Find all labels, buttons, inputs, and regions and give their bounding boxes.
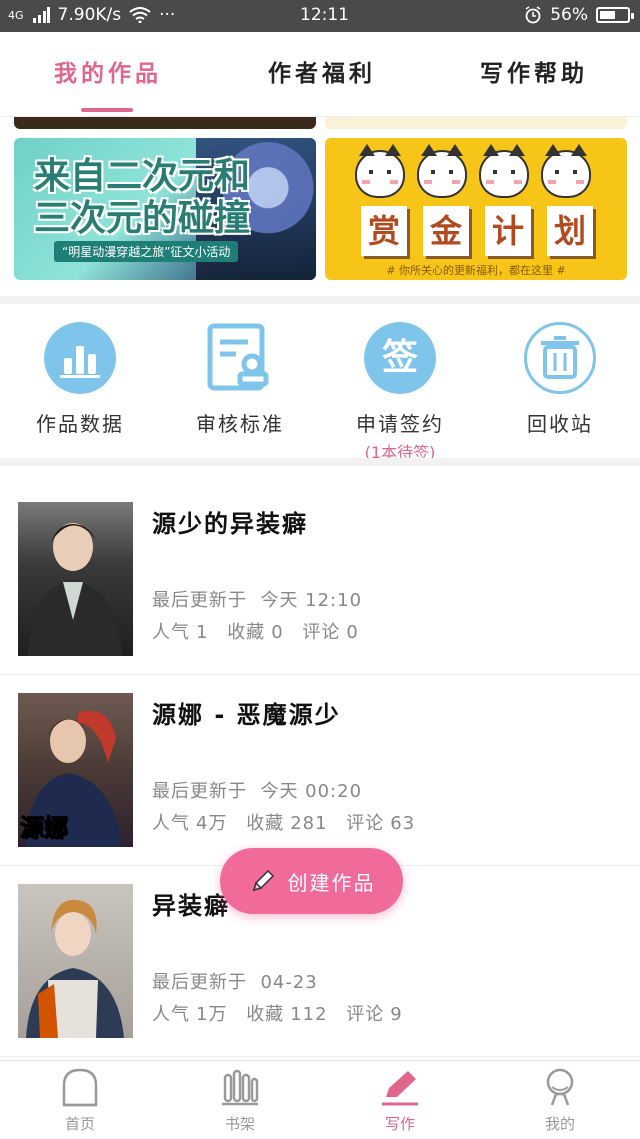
last-updated: 最后更新于 04-23: [152, 972, 318, 993]
nav-profile[interactable]: 我的: [480, 1067, 640, 1134]
active-tab-indicator: [81, 108, 133, 112]
shortcut-work-data[interactable]: 作品数据: [0, 322, 160, 437]
trash-icon: [524, 322, 596, 394]
event-banner-crossover[interactable]: 来自二次元和三次元的碰撞 “明星动漫穿越之旅”征文小活动: [14, 138, 316, 280]
bottom-navigation: 首页 书架 写作 我的: [0, 1060, 640, 1139]
section-divider: [0, 296, 640, 304]
wifi-icon: [129, 7, 151, 23]
top-tabs: 我的作品 作者福利 写作帮助: [0, 32, 640, 117]
nav-label: 我的: [544, 1115, 575, 1133]
more-indicator: ···: [159, 5, 176, 25]
cat-icon: [479, 144, 529, 198]
work-stats: 人气 4万 收藏 281 评论 63: [152, 813, 416, 834]
network-type: 4G: [8, 8, 24, 22]
title-char: 计: [485, 206, 531, 256]
title-char: 赏: [361, 206, 407, 256]
nav-label: 首页: [64, 1115, 95, 1133]
bar-chart-icon: [44, 322, 116, 394]
last-updated: 最后更新于 今天 12:10: [152, 590, 363, 611]
signal-icon: [32, 7, 50, 23]
shortcut-recycle-bin[interactable]: 回收站: [480, 322, 640, 437]
profile-icon: [546, 1068, 574, 1106]
work-stats: 人气 1 收藏 0 评论 0: [152, 622, 359, 643]
work-title: 异装癖: [152, 892, 230, 920]
create-work-button[interactable]: 创建作品: [220, 848, 403, 914]
shortcut-label: 作品数据: [36, 412, 124, 436]
tab-writing-help[interactable]: 写作帮助: [434, 54, 634, 88]
shortcut-label: 回收站: [527, 412, 593, 436]
network-speed: 7.90K/s: [57, 5, 122, 25]
event-banner-bounty[interactable]: 赏 金 计 划 # 你所关心的更新福利，都在这里 #: [325, 138, 627, 280]
cat-icon: [541, 144, 591, 198]
create-work-label: 创建作品: [287, 870, 376, 895]
banner-subtitle: # 你所关心的更新福利，都在这里 #: [386, 264, 566, 277]
last-updated: 最后更新于 今天 00:20: [152, 781, 363, 802]
work-cover-image: [18, 502, 133, 656]
title-char: 金: [423, 206, 469, 256]
banner-subtitle: “明星动漫穿越之旅”征文小活动: [54, 241, 239, 262]
sign-icon: 签: [364, 322, 436, 394]
banner-carousel-edge: [325, 117, 627, 129]
pen-icon: [382, 1071, 418, 1106]
shortcut-apply-contract[interactable]: 签 申请签约 (1本待签): [320, 322, 480, 463]
banner-title: 来自二次元和三次元的碰撞: [34, 156, 251, 239]
alarm-icon: [525, 6, 541, 24]
cat-icon: [355, 144, 405, 198]
section-divider: [0, 458, 640, 466]
cat-illustrations: [355, 144, 591, 198]
document-stamp-icon: [204, 322, 276, 394]
work-item[interactable]: 源少的异装癖 最后更新于 今天 12:10 人气 1 收藏 0 评论 0: [0, 484, 640, 675]
clock: 12:11: [300, 5, 349, 25]
tab-author-benefits[interactable]: 作者福利: [222, 54, 422, 88]
nav-bookshelf[interactable]: 书架: [160, 1067, 320, 1134]
nav-label: 书架: [224, 1115, 255, 1133]
nav-home[interactable]: 首页: [0, 1067, 160, 1134]
nav-write[interactable]: 写作: [320, 1067, 480, 1134]
battery-percent: 56%: [550, 5, 588, 25]
shortcut-review-standards[interactable]: 审核标准: [160, 322, 320, 437]
bookshelf-icon: [222, 1069, 259, 1106]
pen-icon: [252, 869, 274, 892]
tab-my-works[interactable]: 我的作品: [8, 54, 208, 88]
shortcut-label: 申请签约: [356, 412, 444, 436]
work-stats: 人气 1万 收藏 112 评论 9: [152, 1004, 403, 1025]
shortcut-label: 审核标准: [196, 412, 284, 436]
battery-icon: [596, 7, 634, 23]
banner-title: 赏 金 计 划: [361, 206, 593, 256]
work-title: 源少的异装癖: [152, 510, 308, 538]
nav-label: 写作: [384, 1115, 415, 1133]
work-cover-image: 源娜: [18, 693, 133, 847]
work-cover-image: [18, 884, 133, 1038]
cat-icon: [417, 144, 467, 198]
home-icon: [62, 1068, 98, 1107]
title-char: 划: [547, 206, 593, 256]
work-item[interactable]: 源娜 源娜 - 恶魔源少 最后更新于 今天 00:20 人气 4万 收藏 281 评…: [0, 675, 640, 866]
work-title: 源娜 - 恶魔源少: [152, 701, 341, 729]
status-bar: 4G 7.90K/s ··· 12:11 56%: [0, 0, 640, 32]
banner-carousel-edge: [14, 117, 316, 129]
cover-caption: 源娜: [20, 814, 69, 843]
